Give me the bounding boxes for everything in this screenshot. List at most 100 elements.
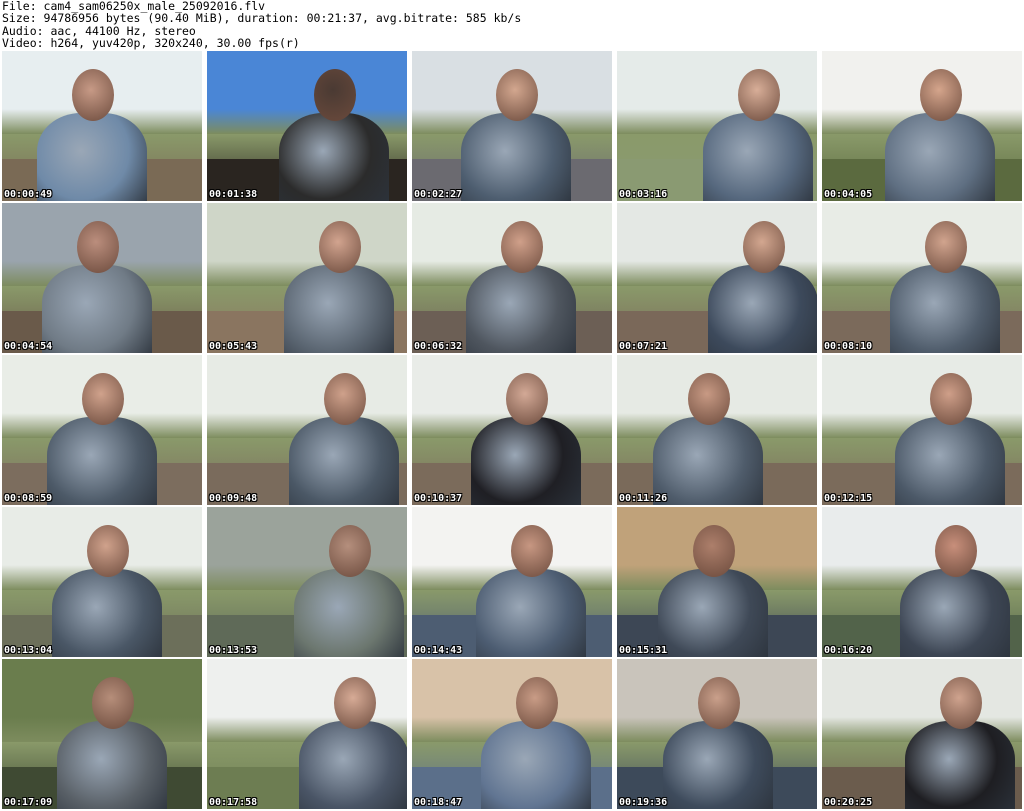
- thumbnail-frame-image: [207, 659, 407, 809]
- thumbnail-frame-image: [617, 507, 817, 657]
- video-thumbnail[interactable]: 00:08:59: [2, 355, 202, 505]
- thumbnail-timestamp: 00:11:26: [619, 493, 668, 504]
- video-thumbnail[interactable]: 00:19:36: [617, 659, 817, 809]
- video-thumbnail[interactable]: 00:05:43: [207, 203, 407, 353]
- person-head: [688, 373, 730, 425]
- video-thumbnail[interactable]: 00:15:31: [617, 507, 817, 657]
- person-head: [935, 525, 977, 577]
- thumbnail-frame-image: [412, 659, 612, 809]
- thumbnail-timestamp: 00:17:09: [4, 797, 53, 808]
- person-figure: [895, 417, 1005, 505]
- thumbnail-timestamp: 00:19:36: [619, 797, 668, 808]
- thumbnail-timestamp: 00:04:54: [4, 341, 53, 352]
- file-size-line: Size: 94786956 bytes (90.40 MiB), durati…: [2, 11, 522, 26]
- thumbnail-timestamp: 00:09:48: [209, 493, 258, 504]
- thumbnail-frame-image: [412, 203, 612, 353]
- person-head: [72, 69, 114, 121]
- thumbnail-frame-image: [2, 51, 202, 201]
- video-thumbnail[interactable]: 00:13:04: [2, 507, 202, 657]
- thumbnail-frame-image: [822, 355, 1022, 505]
- person-figure: [57, 721, 167, 809]
- video-thumbnail[interactable]: 00:04:54: [2, 203, 202, 353]
- person-figure: [461, 113, 571, 201]
- thumbnail-frame-image: [2, 507, 202, 657]
- person-head: [77, 221, 119, 273]
- thumbnail-timestamp: 00:17:58: [209, 797, 258, 808]
- video-thumbnail[interactable]: 00:12:15: [822, 355, 1022, 505]
- video-thumbnail[interactable]: 00:06:32: [412, 203, 612, 353]
- video-thumbnail[interactable]: 00:10:37: [412, 355, 612, 505]
- video-info-line: Video: h264, yuv420p, 320x240, 30.00 fps…: [2, 35, 300, 50]
- person-head: [501, 221, 543, 273]
- thumbnail-timestamp: 00:20:25: [824, 797, 873, 808]
- thumbnail-frame-image: [822, 203, 1022, 353]
- video-thumbnail[interactable]: 00:17:09: [2, 659, 202, 809]
- thumbnail-frame-image: [207, 203, 407, 353]
- video-thumbnail[interactable]: 00:11:26: [617, 355, 817, 505]
- video-thumbnail[interactable]: 00:09:48: [207, 355, 407, 505]
- video-thumbnail[interactable]: 00:00:49: [2, 51, 202, 201]
- video-thumbnail[interactable]: 00:08:10: [822, 203, 1022, 353]
- thumbnail-timestamp: 00:10:37: [414, 493, 463, 504]
- thumbnail-frame-image: [822, 659, 1022, 809]
- thumbnail-timestamp: 00:03:16: [619, 189, 668, 200]
- person-figure: [37, 113, 147, 201]
- person-head: [334, 677, 376, 729]
- person-head: [920, 69, 962, 121]
- person-head: [319, 221, 361, 273]
- person-figure: [481, 721, 591, 809]
- video-thumbnail[interactable]: 00:02:27: [412, 51, 612, 201]
- person-head: [698, 677, 740, 729]
- person-head: [743, 221, 785, 273]
- thumbnail-frame-image: [2, 203, 202, 353]
- person-figure: [466, 265, 576, 353]
- thumbnail-frame-image: [2, 659, 202, 809]
- person-head: [324, 373, 366, 425]
- person-head: [314, 69, 356, 121]
- video-thumbnail[interactable]: 00:04:05: [822, 51, 1022, 201]
- thumbnail-timestamp: 00:14:43: [414, 645, 463, 656]
- thumbnail-frame-image: [207, 507, 407, 657]
- thumbnail-frame-image: [412, 51, 612, 201]
- thumbnail-timestamp: 00:15:31: [619, 645, 668, 656]
- person-head: [329, 525, 371, 577]
- thumbnail-timestamp: 00:07:21: [619, 341, 668, 352]
- person-head: [516, 677, 558, 729]
- thumbnail-timestamp: 00:18:47: [414, 797, 463, 808]
- person-head: [511, 525, 553, 577]
- thumbnail-timestamp: 00:02:27: [414, 189, 463, 200]
- person-figure: [471, 417, 581, 505]
- thumbnail-timestamp: 00:04:05: [824, 189, 873, 200]
- thumbnail-frame-image: [412, 507, 612, 657]
- thumbnail-timestamp: 00:08:10: [824, 341, 873, 352]
- video-thumbnail[interactable]: 00:03:16: [617, 51, 817, 201]
- person-figure: [476, 569, 586, 657]
- video-thumbnail[interactable]: 00:20:25: [822, 659, 1022, 809]
- video-thumbnail[interactable]: 00:14:43: [412, 507, 612, 657]
- thumbnail-frame-image: [822, 51, 1022, 201]
- person-head: [87, 525, 129, 577]
- person-figure: [299, 721, 407, 809]
- person-figure: [900, 569, 1010, 657]
- person-head: [930, 373, 972, 425]
- thumbnail-frame-image: [207, 355, 407, 505]
- video-thumbnail[interactable]: 00:16:20: [822, 507, 1022, 657]
- thumbnail-frame-image: [617, 51, 817, 201]
- thumbnail-timestamp: 00:08:59: [4, 493, 53, 504]
- video-thumbnail[interactable]: 00:01:38: [207, 51, 407, 201]
- video-thumbnail[interactable]: 00:18:47: [412, 659, 612, 809]
- person-head: [738, 69, 780, 121]
- video-thumbnail[interactable]: 00:17:58: [207, 659, 407, 809]
- thumbnail-frame-image: [617, 355, 817, 505]
- person-figure: [905, 721, 1015, 809]
- thumbnail-timestamp: 00:00:49: [4, 189, 53, 200]
- person-head: [82, 373, 124, 425]
- person-head: [940, 677, 982, 729]
- video-thumbnail[interactable]: 00:07:21: [617, 203, 817, 353]
- person-head: [92, 677, 134, 729]
- person-figure: [885, 113, 995, 201]
- thumbnail-timestamp: 00:13:04: [4, 645, 53, 656]
- thumbnail-frame-image: [2, 355, 202, 505]
- video-thumbnail[interactable]: 00:13:53: [207, 507, 407, 657]
- person-head: [693, 525, 735, 577]
